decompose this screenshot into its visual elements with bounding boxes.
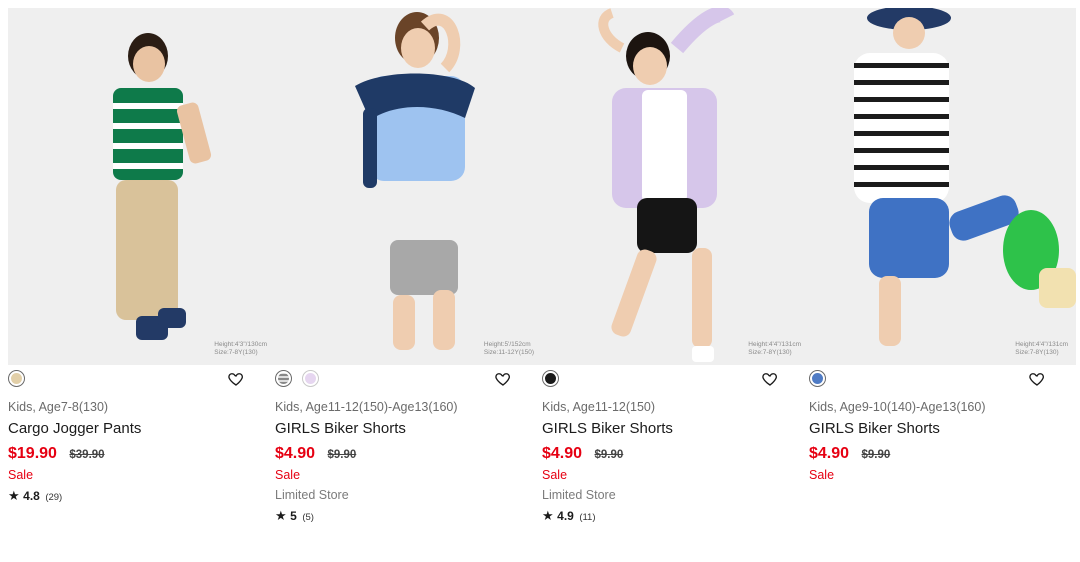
age-range: Kids, Age11-12(150)	[542, 400, 656, 414]
price-row: $4.90 $9.90	[542, 445, 809, 463]
color-swatches	[542, 370, 809, 396]
age-range: Kids, Age9-10(140)-Age13(160)	[809, 400, 986, 414]
product-card[interactable]: Height:4'4"/131cm Size:7-8Y(130) Kids, A…	[809, 8, 1076, 524]
rating-value: 4.9	[557, 509, 574, 523]
limited-store-label: Limited Store	[542, 488, 616, 502]
heart-icon[interactable]	[761, 370, 779, 388]
heart-icon[interactable]	[227, 370, 245, 388]
price-row: $4.90 $9.90	[275, 445, 542, 463]
review-count: (5)	[302, 512, 314, 523]
original-price: $9.90	[861, 449, 891, 461]
sale-price: $4.90	[275, 445, 316, 462]
photo-caption: Height:4'3"/130cm Size:7-8Y(130)	[214, 341, 267, 356]
star-icon: ★	[275, 508, 287, 523]
product-grid: Height:4'3"/130cm Size:7-8Y(130) Kids, A…	[8, 8, 1076, 524]
product-card[interactable]: Height:4'3"/130cm Size:7-8Y(130) Kids, A…	[8, 8, 275, 524]
photo-caption: Height:4'4"/131cm Size:7-8Y(130)	[748, 341, 801, 356]
heart-icon[interactable]	[1028, 370, 1046, 388]
product-illustration	[355, 12, 475, 350]
product-illustration	[113, 33, 212, 340]
product-name[interactable]: Cargo Jogger Pants	[8, 420, 275, 437]
color-swatches	[8, 370, 275, 396]
color-swatches	[275, 370, 542, 396]
original-price: $9.90	[327, 449, 357, 461]
photo-caption: Height:5'/152cm Size:11-12Y(150)	[483, 341, 534, 356]
price-row: $4.90 $9.90	[809, 445, 1076, 463]
review-count: (29)	[45, 492, 63, 503]
review-count: (11)	[579, 512, 596, 523]
color-swatch[interactable]	[302, 370, 320, 387]
heart-icon[interactable]	[494, 370, 512, 388]
star-icon: ★	[542, 508, 554, 523]
product-name[interactable]: GIRLS Biker Shorts	[809, 420, 1076, 437]
product-illustration	[598, 8, 735, 362]
age-range: Kids, Age7-8(130)	[8, 400, 109, 414]
original-price: $9.90	[594, 449, 624, 461]
price-row: $19.90 $39.90	[8, 445, 275, 463]
age-range: Kids, Age11-12(150)-Age13(160)	[275, 400, 458, 414]
limited-store-label: Limited Store	[275, 488, 349, 502]
sale-label: Sale	[809, 468, 835, 482]
color-swatch[interactable]	[809, 370, 826, 387]
color-swatches	[809, 370, 1076, 396]
product-card[interactable]: Height:5'/152cm Size:11-12Y(150) Kids, A…	[275, 8, 542, 524]
product-photo[interactable]: Height:4'3"/130cm Size:7-8Y(130)	[8, 8, 275, 365]
star-icon: ★	[8, 488, 20, 503]
product-card[interactable]: Height:4'4"/131cm Size:7-8Y(130) Kids, A…	[542, 8, 809, 524]
rating: ★ 4.8 (29)	[8, 488, 275, 504]
original-price: $39.90	[69, 449, 105, 461]
sale-label: Sale	[8, 468, 34, 482]
sale-price: $4.90	[542, 445, 583, 462]
product-name[interactable]: GIRLS Biker Shorts	[275, 420, 542, 437]
color-swatch[interactable]	[275, 370, 292, 387]
color-swatch[interactable]	[8, 370, 25, 387]
sale-price: $4.90	[809, 445, 850, 462]
rating-value: 5	[290, 509, 297, 523]
color-swatch[interactable]	[542, 370, 559, 387]
sale-price: $19.90	[8, 445, 57, 462]
rating: ★ 4.9 (11)	[542, 508, 809, 524]
product-photo[interactable]: Height:5'/152cm Size:11-12Y(150)	[275, 8, 542, 365]
sale-label: Sale	[542, 468, 568, 482]
rating-value: 4.8	[23, 489, 40, 503]
product-photo[interactable]: Height:4'4"/131cm Size:7-8Y(130)	[809, 8, 1076, 365]
sale-label: Sale	[275, 468, 301, 482]
product-name[interactable]: GIRLS Biker Shorts	[542, 420, 809, 437]
product-illustration	[854, 8, 1076, 346]
rating: ★ 5 (5)	[275, 508, 542, 524]
photo-caption: Height:4'4"/131cm Size:7-8Y(130)	[1015, 341, 1068, 356]
product-photo[interactable]: Height:4'4"/131cm Size:7-8Y(130)	[542, 8, 809, 365]
